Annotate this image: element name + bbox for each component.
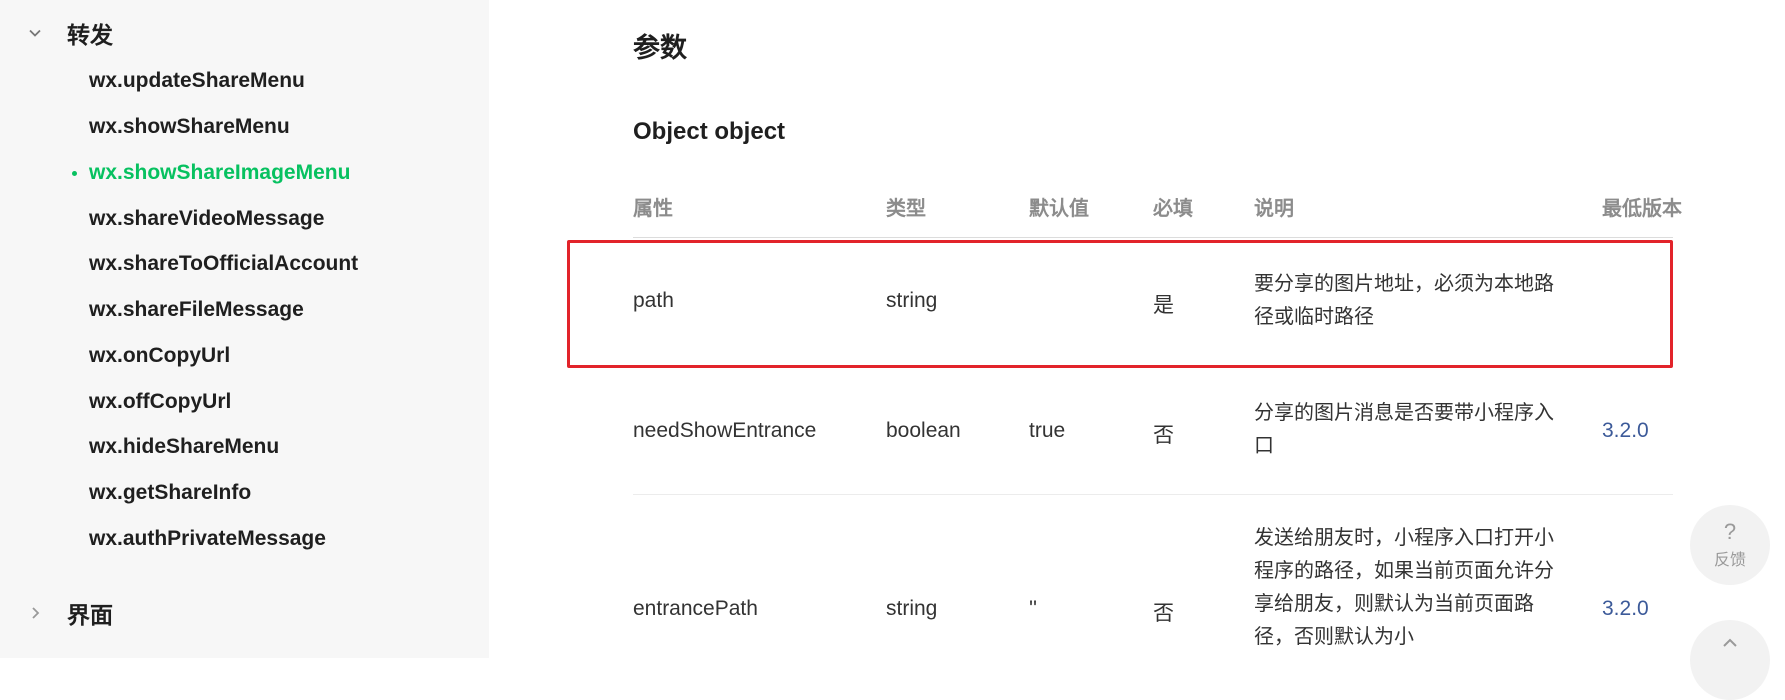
cell-required: 否 [1153, 602, 1174, 625]
sidebar-item-authprivatemessage[interactable]: wx.authPrivateMessage [89, 526, 326, 552]
cell-version-link[interactable]: 3.2.0 [1602, 597, 1649, 621]
arrow-up-icon [1723, 638, 1737, 647]
object-title: Object object [633, 118, 786, 145]
cell-type: boolean [886, 419, 961, 442]
sidebar-nav: 转发 wx.updateShareMenu wx.showShareMenu w… [0, 0, 489, 658]
sidebar-item-sharetoofficialaccount[interactable]: wx.shareToOfficialAccount [89, 251, 358, 277]
th-type: 类型 [886, 198, 926, 220]
nav-group-interface[interactable]: 界面 [28, 596, 113, 630]
cell-required: 否 [1153, 424, 1174, 447]
feedback-label: 反馈 [1713, 551, 1746, 569]
th-min-version: 最低版本 [1602, 198, 1682, 220]
cell-version-link[interactable]: 3.2.0 [1602, 419, 1649, 443]
highlight-box [567, 240, 1673, 368]
sidebar-item-sharevideomessage[interactable]: wx.shareVideoMessage [89, 206, 324, 232]
active-dot-icon [72, 171, 77, 176]
th-default: 默认值 [1029, 198, 1089, 220]
th-required: 必填 [1153, 198, 1193, 220]
sidebar-item-hidesharemenu[interactable]: wx.hideShareMenu [89, 434, 279, 460]
feedback-button[interactable]: ? 反馈 [1690, 505, 1770, 585]
main-content: 参数 Object object 属性 类型 默认值 必填 说明 最低版本 pa… [489, 0, 1785, 658]
cell-name: entrancePath [633, 597, 758, 620]
sidebar-item-offcopyurl[interactable]: wx.offCopyUrl [89, 389, 231, 415]
nav-group-label: 界面 [67, 602, 113, 628]
cell-default: '' [1029, 597, 1038, 620]
cell-description: 发送给朋友时，小程序入口打开小程序的路径，如果当前页面允许分享给朋友，则默认为当… [1254, 527, 1554, 648]
cell-type: string [886, 597, 938, 620]
row-divider [633, 494, 1673, 495]
nav-group-label: 转发 [67, 22, 113, 48]
sidebar-item-sharefilemessage[interactable]: wx.shareFileMessage [89, 297, 304, 323]
sidebar-item-updatesharemenu[interactable]: wx.updateShareMenu [89, 68, 305, 94]
scroll-top-button[interactable] [1690, 620, 1770, 700]
question-icon: ? [1723, 518, 1737, 544]
cell-default: true [1029, 419, 1066, 442]
th-description: 说明 [1254, 198, 1294, 220]
chevron-right-icon [28, 606, 42, 620]
table-header-divider [633, 237, 1673, 238]
sidebar-item-oncopyurl[interactable]: wx.onCopyUrl [89, 343, 230, 369]
th-property: 属性 [633, 198, 673, 220]
sidebar-item-showshareimagemenu[interactable]: wx.showShareImageMenu [89, 160, 350, 186]
nav-group-share[interactable]: 转发 [28, 16, 113, 50]
cell-description: 分享的图片消息是否要带小程序入口 [1254, 402, 1554, 457]
sidebar-item-getshareinfo[interactable]: wx.getShareInfo [89, 480, 251, 506]
sidebar-item-showsharemenu[interactable]: wx.showShareMenu [89, 114, 290, 140]
chevron-down-icon [28, 26, 42, 40]
cell-name: needShowEntrance [633, 419, 817, 442]
section-title: 参数 [633, 33, 687, 63]
